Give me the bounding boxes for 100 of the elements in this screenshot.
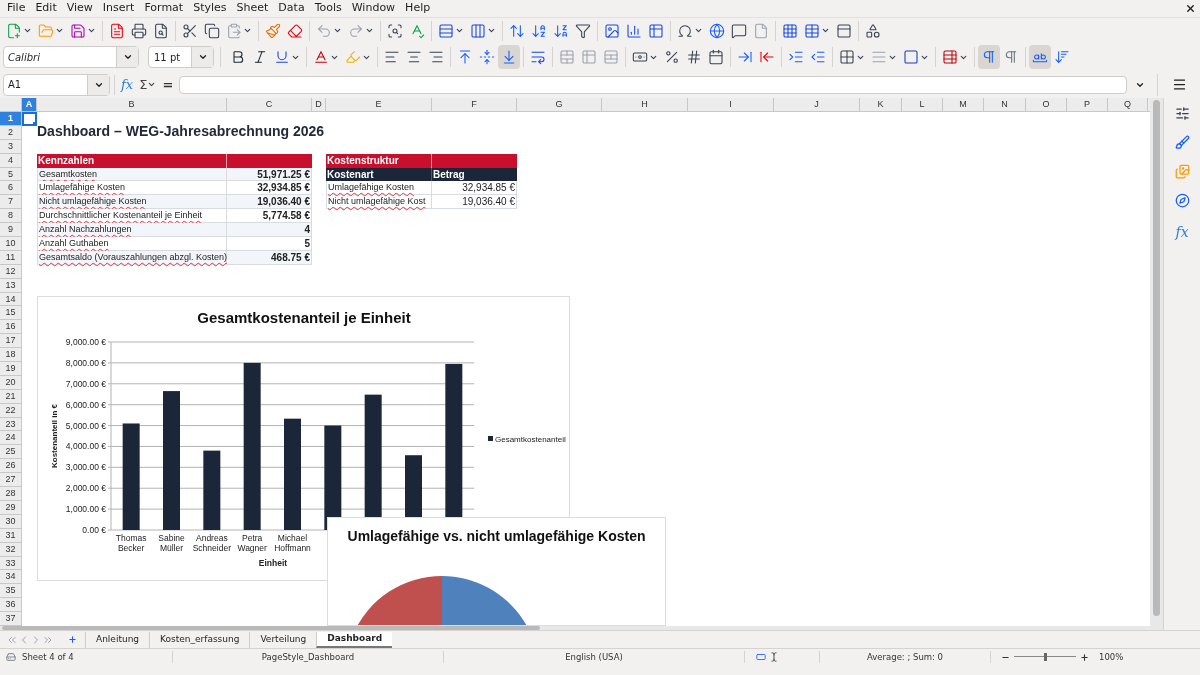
special-character-icon	[677, 22, 693, 39]
row-header[interactable]: 8	[0, 209, 22, 224]
column-header[interactable]: C	[227, 98, 312, 111]
caret-icon	[122, 52, 133, 62]
row-header[interactable]: 26	[0, 459, 22, 474]
spelling-icon	[409, 22, 425, 39]
row-header[interactable]: 35	[0, 584, 22, 599]
functions-button[interactable]: fx	[1175, 222, 1189, 243]
properties-icon[interactable]	[1174, 106, 1190, 121]
row-header[interactable]: 24	[0, 431, 22, 446]
tick-label: 1,000.00 €	[65, 504, 106, 515]
sheet-tab[interactable]: Dashboard	[316, 631, 393, 648]
row-icon	[438, 22, 454, 39]
sum-button[interactable]: Σ	[139, 74, 157, 95]
navigator-icon[interactable]	[1174, 193, 1190, 208]
menu-item[interactable]: Edit	[30, 0, 62, 17]
font-size-field[interactable]: 11 pt	[148, 46, 214, 68]
column-header[interactable]: L	[902, 98, 943, 111]
row-header[interactable]: 16	[0, 320, 22, 335]
table-cell: Umlagefähige Kosten	[326, 181, 432, 196]
row-header[interactable]: 9	[0, 223, 22, 237]
delete-decimal-icon	[759, 49, 775, 65]
menu-item[interactable]: Styles	[188, 0, 232, 17]
column-header[interactable]: F	[432, 98, 517, 111]
merge-center-icon	[559, 49, 575, 65]
autofilter-icon	[575, 22, 591, 39]
row-header[interactable]: 18	[0, 348, 22, 363]
sheet-tab[interactable]: Kosten_erfassung	[149, 631, 250, 648]
number-format-icon	[686, 49, 702, 65]
save-icon	[70, 22, 86, 39]
menu-item[interactable]: View	[61, 0, 98, 17]
wrap-icon	[530, 49, 546, 65]
cell-cursor[interactable]	[22, 112, 37, 126]
menu-item[interactable]: Help	[400, 0, 436, 17]
align-bottom-button[interactable]	[498, 45, 520, 69]
row-header[interactable]: 28	[0, 487, 22, 501]
menu-item[interactable]: Format	[139, 0, 189, 17]
column-header[interactable]: E	[326, 98, 432, 111]
column-header[interactable]: D	[312, 98, 326, 111]
menu-item[interactable]: Sheet	[231, 0, 274, 17]
tick-label: 4,000.00 €	[65, 441, 106, 452]
left-to-right-button[interactable]	[978, 45, 1000, 69]
cut-icon	[182, 22, 198, 39]
column-header[interactable]: N	[984, 98, 1026, 111]
row-header[interactable]: 17	[0, 334, 22, 349]
row-header[interactable]: 10	[0, 237, 22, 251]
menu-item[interactable]: File	[2, 0, 31, 17]
column-header[interactable]: B	[37, 98, 227, 111]
table-cell: Nicht umlagefähige Kost	[326, 195, 432, 210]
hyperlink-icon	[709, 22, 725, 39]
caret-icon	[55, 26, 64, 35]
sheet-tab[interactable]: Anleitung	[85, 631, 150, 648]
vertical-scrollbar[interactable]	[1150, 98, 1163, 626]
row-header[interactable]: 36	[0, 598, 22, 613]
row-header[interactable]: 15	[0, 306, 22, 321]
page-style: PageStyle_Dashboard	[260, 650, 356, 664]
row-header[interactable]: 19	[0, 362, 22, 376]
column-header[interactable]: J	[774, 98, 860, 111]
row-header[interactable]: 27	[0, 473, 22, 488]
column-header[interactable]: P	[1067, 98, 1108, 111]
row-header[interactable]: 25	[0, 445, 22, 460]
menu-item[interactable]: Data	[273, 0, 310, 17]
name-box[interactable]: A1	[3, 73, 110, 96]
column-header[interactable]: H	[602, 98, 688, 111]
copy-icon	[204, 22, 220, 39]
column-header[interactable]: Q	[1108, 98, 1148, 111]
column-header[interactable]: I	[688, 98, 774, 111]
table-cell: 19,036.40 €	[432, 195, 517, 210]
zoom-in-icon[interactable]	[1080, 652, 1089, 662]
zoom-thumb[interactable]	[1043, 653, 1047, 661]
close-icon[interactable]	[1185, 3, 1196, 14]
horizontal-scrollbar[interactable]	[0, 626, 1163, 630]
menu-icon[interactable]	[1172, 77, 1187, 92]
formula-input[interactable]	[179, 75, 1127, 94]
font-color-icon	[313, 49, 329, 65]
font-name-field[interactable]: Calibri	[3, 46, 139, 68]
add-sheet-icon[interactable]	[68, 635, 77, 644]
column-header[interactable]: O	[1026, 98, 1067, 111]
zoom-slider[interactable]	[1014, 652, 1076, 662]
column-header[interactable]: A	[22, 98, 37, 111]
column-header[interactable]: G	[517, 98, 602, 111]
formula-button[interactable]: =	[160, 74, 176, 95]
row-header[interactable]: 34	[0, 570, 22, 585]
row-header[interactable]: 7	[0, 195, 22, 210]
row-header[interactable]: 6	[0, 181, 22, 196]
column-header[interactable]: K	[860, 98, 902, 111]
tick-label: 3,000.00 €	[65, 462, 106, 473]
styles-icon[interactable]	[1174, 135, 1190, 150]
caret-icon	[821, 26, 830, 35]
menu-item[interactable]: Window	[346, 0, 401, 17]
menu-item[interactable]: Insert	[97, 0, 140, 17]
wrap-text-button[interactable]	[1029, 45, 1051, 69]
menu-item[interactable]: Tools	[309, 0, 347, 17]
function-wizard-button[interactable]: fx	[119, 74, 136, 95]
column-header[interactable]: M	[943, 98, 984, 111]
table-cell: 32,934.85 €	[227, 181, 312, 196]
row-header[interactable]: 1	[0, 112, 22, 126]
italic-icon	[252, 49, 268, 65]
selection-mode-icon[interactable]	[755, 652, 767, 662]
row-header[interactable]: 37	[0, 612, 22, 626]
